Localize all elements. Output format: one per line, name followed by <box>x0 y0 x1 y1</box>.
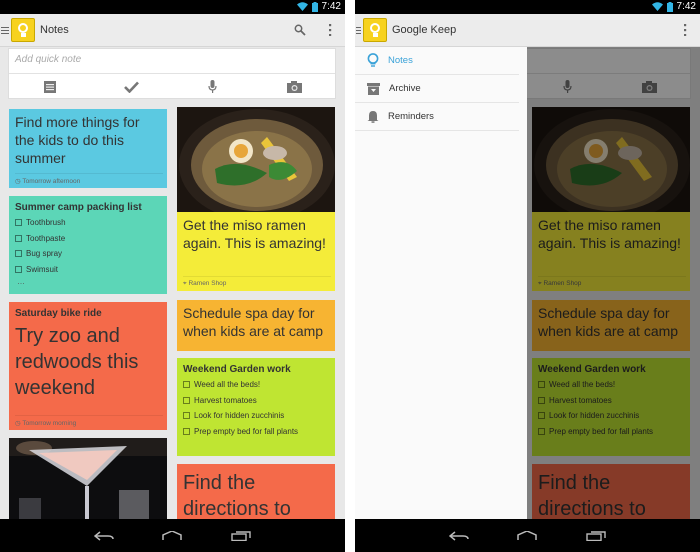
keep-logo-icon[interactable] <box>11 18 35 42</box>
note-card-ramen[interactable]: Get the miso ramen again. This is amazin… <box>177 212 335 291</box>
note-text: Find the directions to <box>183 472 291 520</box>
checklist-item[interactable]: Weed all the beds! <box>183 377 329 393</box>
drawer-item-reminders[interactable]: Reminders <box>355 103 519 131</box>
page-title: Google Keep <box>392 24 457 36</box>
new-text-note-button[interactable] <box>9 74 91 99</box>
location-label: ⌖ Ramen Shop <box>183 276 331 288</box>
reminder-label: ◷ Tomorrow morning <box>15 415 163 427</box>
drawer-indicator-icon[interactable] <box>1 26 9 34</box>
quick-note-input[interactable]: Add quick note <box>9 49 335 74</box>
note-photo-ramen[interactable] <box>177 107 335 212</box>
recents-icon[interactable] <box>231 530 251 541</box>
overflow-menu-icon <box>329 24 332 36</box>
recents-icon[interactable] <box>586 530 606 541</box>
note-photo-cocktail[interactable] <box>9 438 167 519</box>
wifi-icon <box>651 2 663 11</box>
voice-note-button[interactable] <box>172 74 254 99</box>
back-icon[interactable] <box>94 530 114 541</box>
keep-logo-icon[interactable] <box>363 18 387 42</box>
drawer-item-archive[interactable]: Archive <box>355 75 519 103</box>
note-card-summer-camp[interactable]: Summer camp packing list Toothbrush Toot… <box>9 196 167 294</box>
status-bar: 7:42 <box>355 0 700 14</box>
battery-icon <box>666 1 673 12</box>
action-bar: Notes <box>0 14 345 47</box>
overflow-menu-icon <box>684 24 687 36</box>
checklist-item[interactable]: Prep empty bed for fall plants <box>183 424 329 440</box>
note-text: Find more things for the kids to do this… <box>15 114 140 166</box>
archive-icon <box>367 82 380 95</box>
reminder-label: ◷ Tomorrow afternoon <box>15 173 163 185</box>
note-card-kids[interactable]: Find more things for the kids to do this… <box>9 109 167 188</box>
action-bar: Google Keep <box>355 14 700 47</box>
drawer-item-label: Reminders <box>388 111 434 122</box>
drawer-item-label: Notes <box>388 55 413 66</box>
checkbox-icon[interactable] <box>183 412 190 420</box>
status-time: 7:42 <box>321 1 341 12</box>
checkbox-icon[interactable] <box>183 381 190 389</box>
checklist-item[interactable]: Harvest tomatoes <box>183 393 329 409</box>
note-text: Schedule spa day for when kids are at ca… <box>183 305 324 339</box>
search-button[interactable] <box>285 15 315 45</box>
checkbox-icon[interactable] <box>15 219 22 227</box>
note-title: Summer camp packing list <box>15 202 142 213</box>
checkbox-icon[interactable] <box>15 250 22 258</box>
drawer-indicator-icon[interactable] <box>356 26 361 34</box>
checklist-item[interactable]: Swimsuit <box>15 262 161 278</box>
checkbox-icon[interactable] <box>15 265 22 273</box>
checkbox-icon[interactable] <box>183 427 190 435</box>
note-title: Weekend Garden work <box>183 364 291 375</box>
ramen-photo <box>177 107 335 212</box>
home-icon[interactable] <box>517 530 538 541</box>
status-bar: 7:42 <box>0 0 345 14</box>
checklist-item[interactable]: Bug spray <box>15 246 161 262</box>
more-items-indicator: … <box>17 277 25 286</box>
checklist-item[interactable]: Toothbrush <box>15 215 161 231</box>
system-nav-bar <box>0 519 345 552</box>
checkbox-icon[interactable] <box>15 234 22 242</box>
page-title: Notes <box>40 24 69 36</box>
notes-screen: 7:42 Notes Add quick note Find more thin… <box>0 0 345 552</box>
navigation-drawer: Notes Archive Reminders <box>355 47 527 519</box>
search-icon <box>294 24 306 36</box>
note-text: Try zoo and redwoods this weekend <box>15 325 139 399</box>
battery-icon <box>311 1 318 12</box>
note-card-directions[interactable]: Find the directions to <box>177 464 335 524</box>
drawer-item-label: Archive <box>389 83 421 94</box>
note-card-garden[interactable]: Weekend Garden work Weed all the beds! H… <box>177 358 335 456</box>
camera-icon <box>286 80 302 93</box>
wifi-icon <box>296 2 308 11</box>
checklist-item[interactable]: Toothpaste <box>15 231 161 247</box>
drawer-item-notes[interactable]: Notes <box>355 47 519 75</box>
back-icon[interactable] <box>449 530 469 541</box>
text-note-icon <box>43 80 56 93</box>
microphone-icon <box>208 79 217 93</box>
status-time: 7:42 <box>676 1 696 12</box>
note-card-bike-ride[interactable]: Saturday bike ride Try zoo and redwoods … <box>9 302 167 430</box>
checklist-icon <box>123 81 139 93</box>
note-title: Saturday bike ride <box>15 308 102 319</box>
quick-note-panel: Add quick note <box>8 48 336 99</box>
drawer-screen: 7:42 Google Keep Add quick note <box>355 0 700 552</box>
system-nav-bar <box>355 519 700 552</box>
checkbox-icon[interactable] <box>183 396 190 404</box>
overflow-menu-button[interactable] <box>315 15 345 45</box>
checklist-item[interactable]: Look for hidden zucchinis <box>183 408 329 424</box>
cocktail-photo <box>9 438 167 519</box>
bell-icon <box>367 111 379 123</box>
checklist: Weed all the beds! Harvest tomatoes Look… <box>177 377 335 439</box>
note-card-spa[interactable]: Schedule spa day for when kids are at ca… <box>177 300 335 351</box>
overflow-menu-button[interactable] <box>670 15 700 45</box>
new-list-button[interactable] <box>91 74 173 99</box>
photo-note-button[interactable] <box>254 74 336 99</box>
lightbulb-icon <box>367 53 379 67</box>
drawer-scrim[interactable] <box>527 47 700 519</box>
home-icon[interactable] <box>162 530 183 541</box>
checklist: Toothbrush Toothpaste Bug spray Swimsuit <box>9 215 167 277</box>
note-text: Get the miso ramen again. This is amazin… <box>183 217 326 251</box>
